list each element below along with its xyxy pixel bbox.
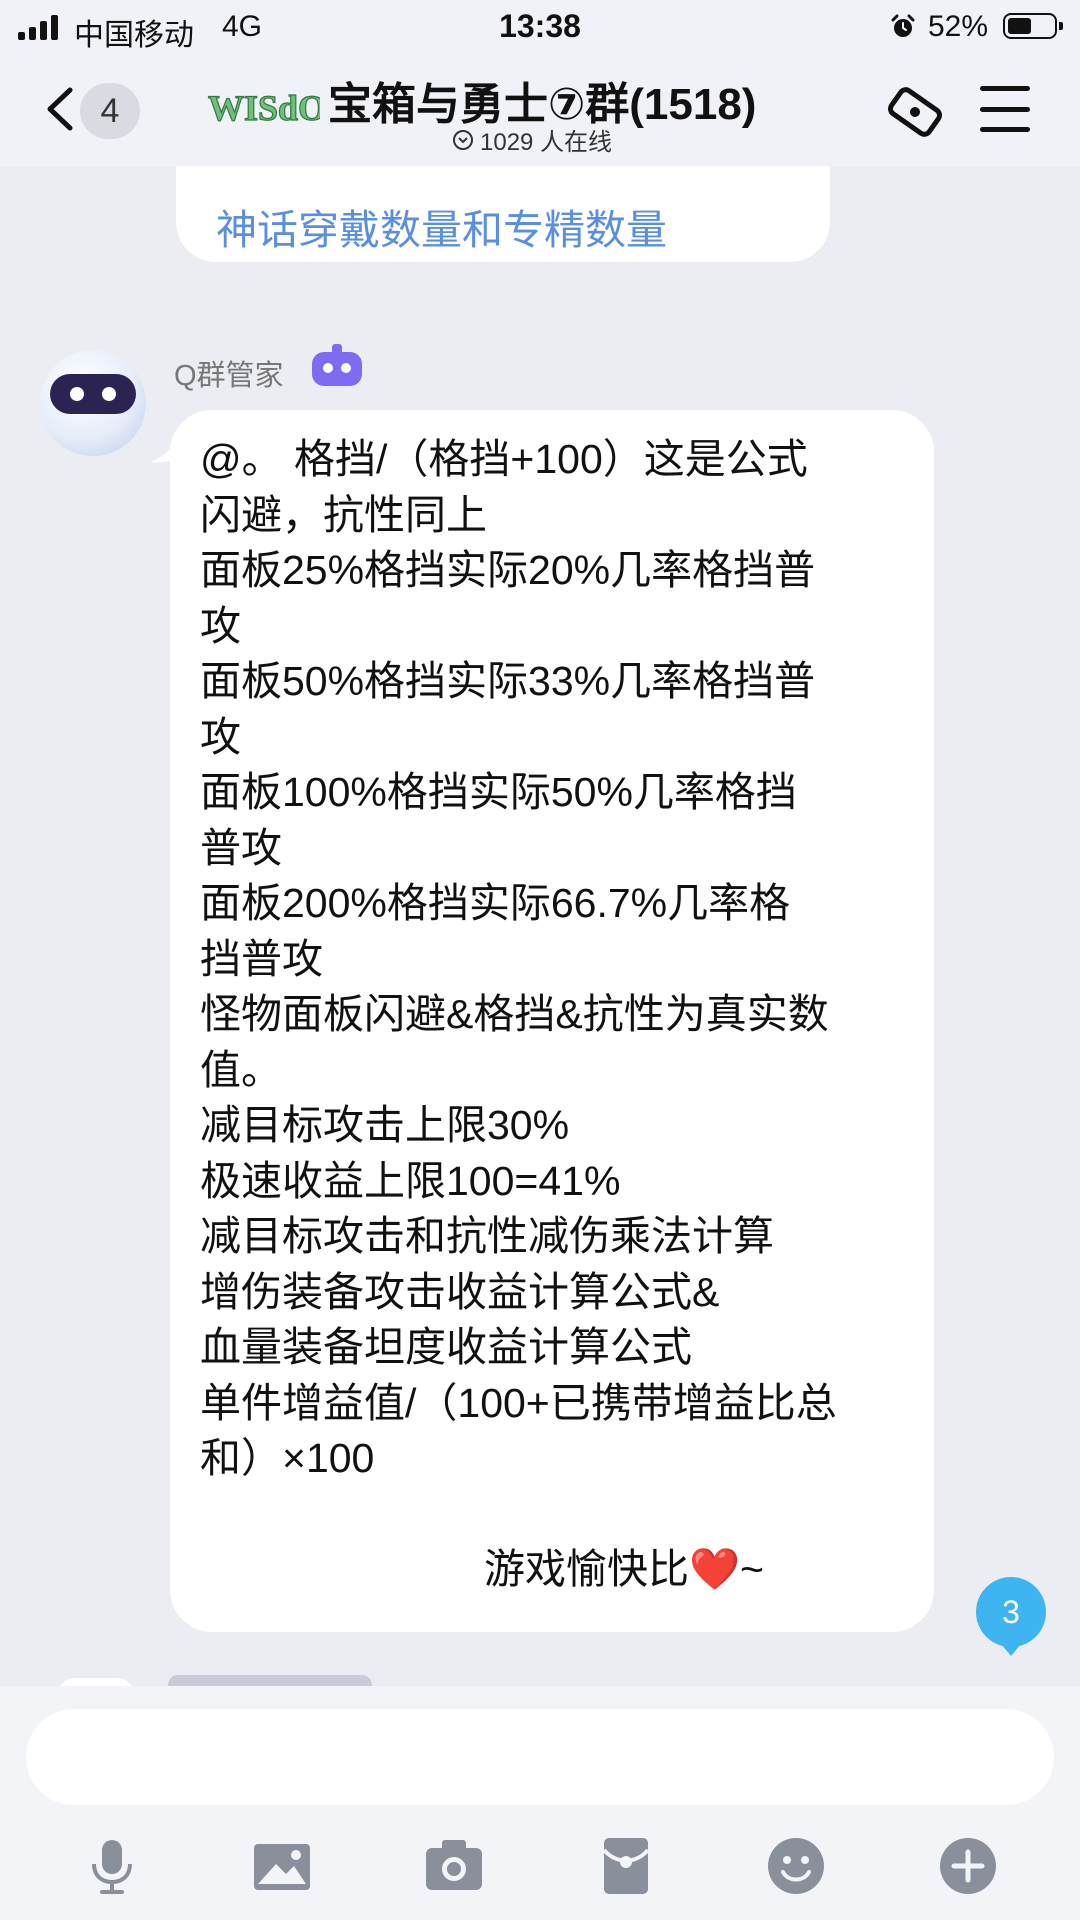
message-line: 闪避，抗性同上	[200, 491, 487, 538]
menu-icon[interactable]	[980, 86, 1030, 132]
message-signature: 游戏愉快比❤️~	[484, 1546, 764, 1592]
next-message-sender-tag	[168, 1675, 372, 1686]
message-line: 面板25%格挡实际20%几率格挡普	[200, 547, 816, 593]
message-line: 面板50%格挡实际33%几率格挡普	[200, 658, 816, 704]
previous-message-link[interactable]: 神话穿戴数量和专精数量	[216, 196, 667, 256]
clock: 13:38	[499, 8, 581, 44]
message-line: 普攻	[200, 824, 282, 871]
emoji-icon[interactable]	[766, 1836, 826, 1896]
message-line: 攻	[200, 713, 241, 760]
red-packet-icon[interactable]	[596, 1836, 656, 1896]
chevron-down-circle-icon	[453, 129, 473, 150]
plus-icon[interactable]	[938, 1836, 998, 1896]
chat-header: 4 WISdOM 宝箱与勇士⑦群(1518) 1029 人在线	[0, 56, 1080, 166]
message-line: 和）×100	[200, 1435, 375, 1481]
message-line: 单件增益值/（100+已携带增益比总	[200, 1379, 837, 1426]
robot-icon	[312, 344, 362, 386]
message-line: 怪物面板闪避&格挡&抗性为真实数	[200, 991, 829, 1037]
online-status[interactable]: 1029 人在线	[452, 122, 612, 157]
group-logo: WISdOM	[207, 87, 320, 128]
message-text: @。 格挡/（格挡+100）这是公式 闪避，抗性同上面板25%格挡实际20%几率格…	[200, 432, 906, 1487]
status-bar: 中国移动 4G 13:38 52%	[0, 0, 1080, 56]
message-line: 面板200%格挡实际66.7%几率格	[200, 880, 791, 926]
svg-text:WISdOM: WISdOM	[208, 88, 320, 128]
ticket-icon[interactable]	[884, 84, 946, 140]
message-line: 面板100%格挡实际50%几率格挡	[200, 769, 797, 815]
previous-message-bubble[interactable]: 神话穿戴数量和专精数量	[176, 166, 830, 262]
message-line: 增伤装备攻击收益计算公式&	[200, 1268, 720, 1315]
camera-icon[interactable]	[424, 1836, 484, 1896]
unread-count-badge[interactable]: 4	[80, 83, 140, 139]
message-list[interactable]: 神话穿戴数量和专精数量 Q群管家 @。 格挡/（格挡+100）这是公式 闪避，抗性…	[0, 166, 1080, 1686]
message-line: 血量装备坦度收益计算公式	[200, 1324, 692, 1370]
battery-percent: 52%	[928, 10, 989, 43]
input-toolbar	[0, 1826, 1080, 1906]
next-message-avatar	[56, 1678, 136, 1686]
message-input[interactable]	[26, 1709, 1054, 1805]
battery-icon	[1003, 13, 1063, 39]
message-line: 挡普攻	[200, 935, 323, 982]
avatar[interactable]	[40, 350, 146, 456]
online-count: 1029 人在线	[480, 129, 613, 156]
message-line: @。 格挡/（格挡+100）这是公式	[200, 436, 808, 482]
message-line: 极速收益上限100=41%	[200, 1157, 621, 1204]
message-line: 减目标攻击和抗性减伤乘法计算	[200, 1213, 774, 1259]
message-line: 攻	[200, 602, 241, 649]
input-area	[0, 1686, 1080, 1920]
image-icon[interactable]	[252, 1836, 312, 1896]
new-messages-badge[interactable]: 3	[976, 1577, 1046, 1656]
message-line: 减目标攻击上限30%	[200, 1102, 570, 1148]
back-arrow-icon[interactable]	[40, 84, 80, 134]
message-line: 值。	[200, 1046, 282, 1093]
alarm-icon	[891, 14, 915, 37]
sender-name[interactable]: Q群管家	[174, 352, 284, 394]
message-bubble[interactable]: @。 格挡/（格挡+100）这是公式 闪避，抗性同上面板25%格挡实际20%几率格…	[170, 410, 934, 1632]
microphone-icon[interactable]	[82, 1836, 142, 1896]
